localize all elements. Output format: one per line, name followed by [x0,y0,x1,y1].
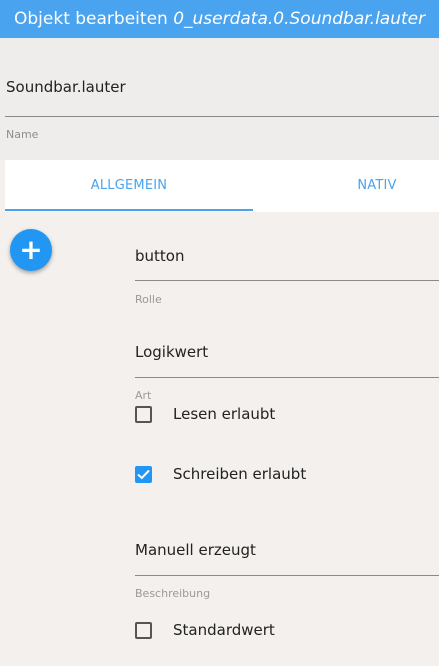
object-id: 0_userdata.0.Soundbar.lauter [173,9,426,29]
name-input[interactable]: Soundbar.lauter [6,78,126,96]
dialog-title: Objekt bearbeiten [14,9,168,29]
beschreibung-label: Beschreibung [135,587,211,600]
active-tab-indicator [5,209,253,211]
beschreibung-underline [135,575,439,576]
standardwert-label: Standardwert [173,621,275,639]
plus-icon: + [19,233,43,266]
rolle-input[interactable]: button [135,247,184,265]
art-label: Art [135,389,152,402]
schreiben-label: Schreiben erlaubt [173,465,307,483]
rolle-label: Rolle [135,293,162,306]
edit-object-dialog: Objekt bearbeiten 0_userdata.0.Soundbar.… [0,0,439,666]
art-select[interactable]: Logikwert [135,343,208,361]
lesen-checkbox[interactable] [135,406,152,423]
art-underline [135,377,439,378]
add-button[interactable]: + [10,229,52,271]
standardwert-checkbox[interactable] [135,622,152,639]
rolle-underline [135,280,439,281]
name-underline [5,116,439,117]
lesen-label: Lesen erlaubt [173,405,276,423]
name-field[interactable]: Soundbar.lauter Name [0,38,439,160]
check-icon [137,469,150,480]
tab-nativ[interactable]: NATIV [305,160,439,212]
tab-bar: ALLGEMEIN NATIV [5,160,439,212]
dialog-title-bar: Objekt bearbeiten 0_userdata.0.Soundbar.… [0,0,439,38]
schreiben-checkbox[interactable] [135,466,152,483]
name-label: Name [6,128,39,141]
tab-allgemein[interactable]: ALLGEMEIN [5,160,253,212]
beschreibung-input[interactable]: Manuell erzeugt [135,541,256,559]
